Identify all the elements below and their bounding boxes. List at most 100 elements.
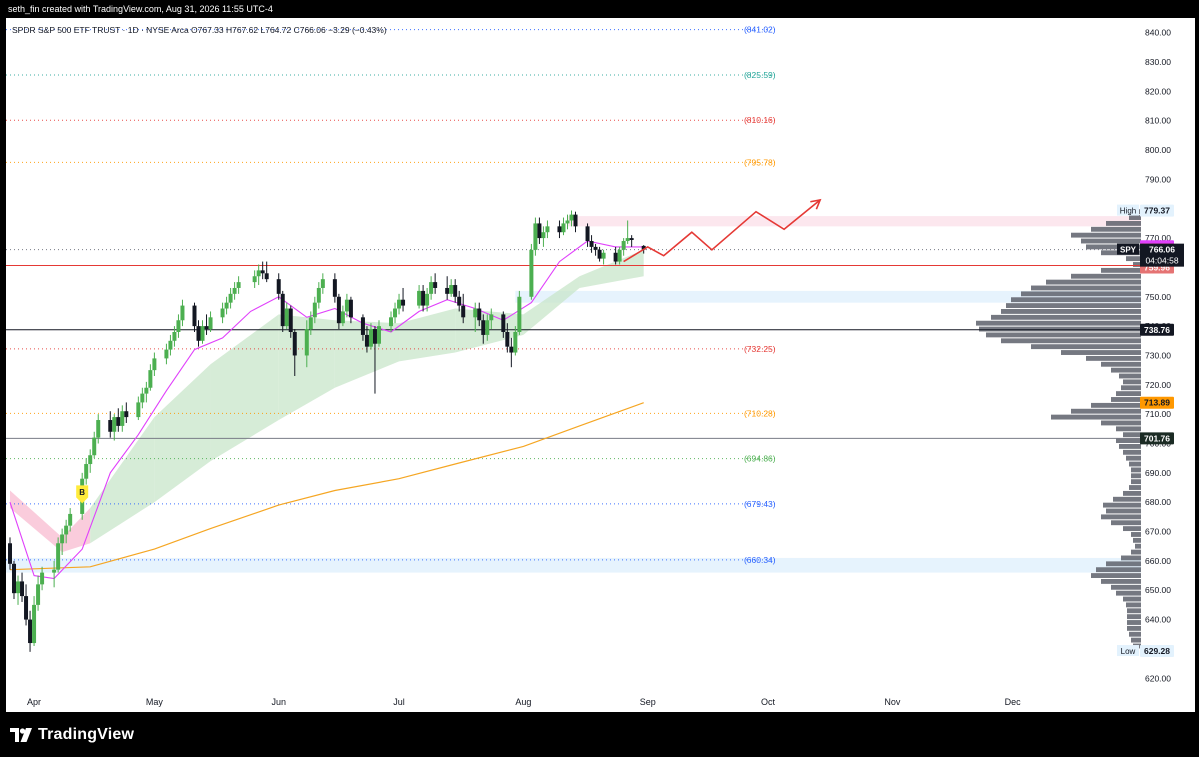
volume-profile-bar <box>1006 303 1141 309</box>
volume-profile-bar <box>1123 526 1141 532</box>
candle-body <box>92 437 97 456</box>
candle-body <box>453 285 458 297</box>
candle-body <box>288 308 293 332</box>
candle-body <box>457 296 462 306</box>
volume-profile-bar <box>1133 537 1141 543</box>
candle-body <box>64 525 69 535</box>
candle-body <box>164 349 169 359</box>
volume-profile-bar <box>1101 514 1141 520</box>
candle-body <box>140 393 145 403</box>
volume-profile-bar <box>986 332 1141 338</box>
price-label-value: 701.76 <box>1144 433 1170 443</box>
volume-profile-bar <box>1123 432 1141 438</box>
y-tick-label: 730.00 <box>1145 350 1171 360</box>
volume-profile-bar <box>1123 490 1141 496</box>
candle-body <box>561 223 566 233</box>
x-tick-label: Jul <box>393 697 405 707</box>
volume-profile-bar <box>1127 625 1141 631</box>
candle-body <box>368 329 373 347</box>
candle-body <box>489 314 494 321</box>
volume-profile-bar <box>991 314 1141 320</box>
candle-body <box>501 314 506 332</box>
x-tick-label: Apr <box>27 697 41 707</box>
candle-body <box>509 346 514 353</box>
candle-body <box>601 252 606 259</box>
volume-profile-bar <box>1135 543 1141 549</box>
candle-body <box>336 296 341 324</box>
volume-profile-bar <box>1119 444 1141 449</box>
candle-body <box>148 370 153 388</box>
volume-profile-bar <box>1129 215 1141 220</box>
symbol-badge-label: SPY <box>1120 246 1137 255</box>
candle-body <box>252 276 257 283</box>
candle-body <box>545 226 550 233</box>
y-tick-label: 650.00 <box>1145 585 1171 595</box>
volume-profile-bar <box>1011 297 1141 303</box>
chart-panel[interactable]: (841.02) (825.59) (810.16) (795.78) (732.25)… <box>6 18 1195 712</box>
candle-body <box>621 241 626 250</box>
volume-profile-bar <box>1121 555 1141 561</box>
candle-body <box>32 604 37 644</box>
projection-layer <box>623 198 822 263</box>
x-tick-label: Dec <box>1005 697 1022 707</box>
candle-body <box>136 402 141 418</box>
candle-body <box>16 581 21 594</box>
volume-profile-bar <box>1021 291 1141 297</box>
volume-profile-bar <box>1031 344 1141 350</box>
volume-profile-bar <box>1001 309 1141 314</box>
y-tick-label: 710.00 <box>1145 409 1171 419</box>
volume-profile-bar <box>1129 461 1141 467</box>
candle-body <box>533 223 538 250</box>
candle-body <box>541 232 546 239</box>
volume-profile-bar <box>1046 279 1141 285</box>
fib-level-label: (795.78) <box>744 157 776 167</box>
y-tick-label: 810.00 <box>1145 116 1171 126</box>
volume-profile-bar <box>1131 479 1141 485</box>
candle-body <box>192 305 197 327</box>
fib-level-label: (710.28) <box>744 408 776 418</box>
candle-body <box>36 584 41 605</box>
fib-level-label: (660.34) <box>744 555 776 565</box>
candle-body <box>557 226 562 233</box>
candle-body <box>340 311 345 324</box>
candle-body <box>505 331 510 347</box>
candle-body <box>60 534 65 544</box>
candle-body <box>312 302 317 318</box>
candle-body <box>461 305 466 318</box>
candle-body <box>425 293 430 306</box>
candle-body <box>12 563 17 594</box>
volume-profile-layer <box>976 209 1141 649</box>
y-tick-label: 690.00 <box>1145 468 1171 478</box>
volume-profile-bar <box>1111 367 1141 373</box>
zone-band <box>567 216 1141 227</box>
candle-body <box>152 358 157 371</box>
candle-body <box>429 282 434 294</box>
volume-profile-bar <box>1123 596 1141 602</box>
y-tick-label: 720.00 <box>1145 380 1171 390</box>
price-chart[interactable]: (841.02) (825.59) (810.16) (795.78) (732.25)… <box>6 18 1195 712</box>
candle-body <box>393 308 398 318</box>
candle-body <box>573 214 578 227</box>
candle-body <box>397 299 402 309</box>
price-label-title: High <box>1120 207 1136 216</box>
candle-body <box>52 569 57 573</box>
trend-cloud-segment <box>154 364 211 503</box>
candle-body <box>517 296 522 332</box>
x-tick-label: Aug <box>515 697 531 707</box>
candle-body <box>344 299 349 312</box>
candle-body <box>477 308 482 321</box>
volume-profile-bar <box>1091 402 1141 408</box>
candle-body <box>537 223 542 239</box>
price-label-title: Low <box>1121 647 1136 656</box>
trend-cloud-segment <box>455 308 524 353</box>
y-tick-label: 840.00 <box>1145 28 1171 38</box>
volume-profile-bar <box>1031 285 1141 291</box>
volume-profile-bar <box>1101 420 1141 426</box>
volume-profile-bar <box>1131 532 1141 537</box>
volume-profile-bar <box>1131 637 1141 643</box>
candle-body <box>565 220 570 224</box>
candle-body <box>56 543 61 570</box>
volume-profile-bar <box>1091 573 1141 578</box>
volume-profile-bar <box>1071 408 1141 414</box>
candle-body <box>124 411 129 418</box>
